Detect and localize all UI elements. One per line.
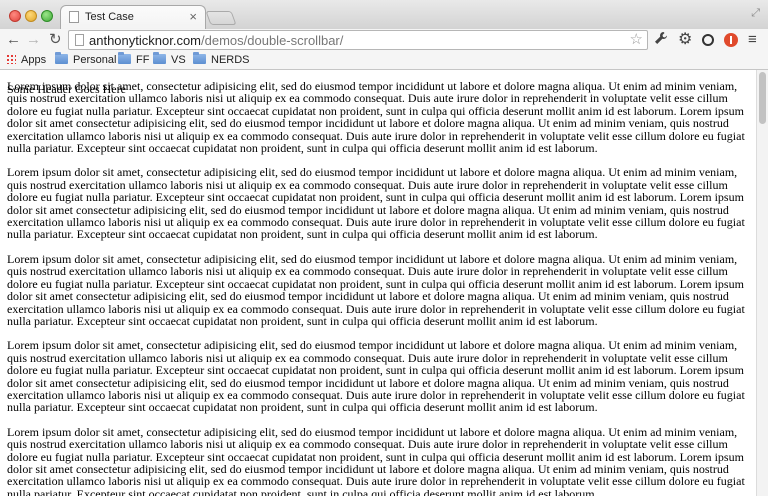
extension-circle-icon[interactable] <box>702 34 714 46</box>
page-icon <box>75 34 84 46</box>
folder-icon <box>193 52 206 64</box>
tab-strip: Test Case × ⤢ <box>0 0 768 30</box>
page-icon <box>69 11 79 23</box>
page-viewport: Lorem ipsum dolor sit amet, consectetur … <box>0 70 756 496</box>
bookmark-folder-nerds[interactable]: NERDS <box>193 52 250 67</box>
toolbar: ← → ↻ anthonyticknor.com/demos/double-sc… <box>0 29 768 52</box>
url-path: /demos/double-scrollbar/ <box>201 33 344 48</box>
vertical-scrollbar[interactable] <box>756 70 768 496</box>
bookmark-folder-vs[interactable]: VS <box>153 52 186 67</box>
bookmark-apps[interactable]: Apps <box>6 54 46 67</box>
folder-icon <box>118 52 131 64</box>
page-content: Lorem ipsum dolor sit amet, consectetur … <box>7 80 747 496</box>
bookmark-folder-personal[interactable]: Personal <box>55 52 117 67</box>
back-icon[interactable]: ← <box>6 31 21 49</box>
url-host: anthonyticknor.com <box>89 33 202 48</box>
folder-icon <box>55 52 68 64</box>
fixed-header: Some Header Goes Here <box>7 82 126 96</box>
paragraph: Lorem ipsum dolor sit amet, consectetur … <box>7 424 745 496</box>
bookmarks-bar: Apps Personal FF VS NERDS <box>0 52 768 70</box>
apps-grid-icon <box>6 54 16 64</box>
adblock-icon[interactable] <box>724 33 738 47</box>
browser-window: Test Case × ⤢ ← → ↻ anthonyticknor.com/d… <box>0 0 768 496</box>
url-text[interactable]: anthonyticknor.com/demos/double-scrollba… <box>89 33 343 48</box>
bookmark-label: NERDS <box>211 54 250 66</box>
address-bar[interactable]: anthonyticknor.com/demos/double-scrollba… <box>68 30 648 50</box>
tab-test-case[interactable]: Test Case × <box>60 5 206 29</box>
reload-icon[interactable]: ↻ <box>49 31 62 49</box>
tab-close-icon[interactable]: × <box>189 9 197 25</box>
bookmark-folder-ff[interactable]: FF <box>118 52 150 67</box>
gear-icon[interactable]: ⚙ <box>678 31 692 49</box>
bookmark-label: Personal <box>73 54 117 66</box>
bookmark-label: Apps <box>21 54 47 66</box>
new-tab-button[interactable] <box>205 11 237 25</box>
menu-icon[interactable]: ≡ <box>748 31 757 49</box>
scrollbar-thumb[interactable] <box>759 72 766 124</box>
window-maximize-button[interactable] <box>41 10 53 22</box>
window-minimize-button[interactable] <box>25 10 37 22</box>
bookmark-label: FF <box>136 54 150 66</box>
paragraph: Lorem ipsum dolor sit amet, consectetur … <box>7 251 745 328</box>
forward-icon[interactable]: → <box>26 31 41 49</box>
wrench-icon[interactable] <box>654 31 668 49</box>
fullscreen-icon[interactable]: ⤢ <box>751 7 760 20</box>
paragraph: Lorem ipsum dolor sit amet, consectetur … <box>7 338 745 415</box>
bookmark-star-icon[interactable]: ☆ <box>630 31 643 49</box>
window-close-button[interactable] <box>9 10 21 22</box>
tab-title: Test Case <box>85 11 134 23</box>
folder-icon <box>153 52 166 64</box>
paragraph: Lorem ipsum dolor sit amet, consectetur … <box>7 165 745 242</box>
bookmark-label: VS <box>171 54 186 66</box>
